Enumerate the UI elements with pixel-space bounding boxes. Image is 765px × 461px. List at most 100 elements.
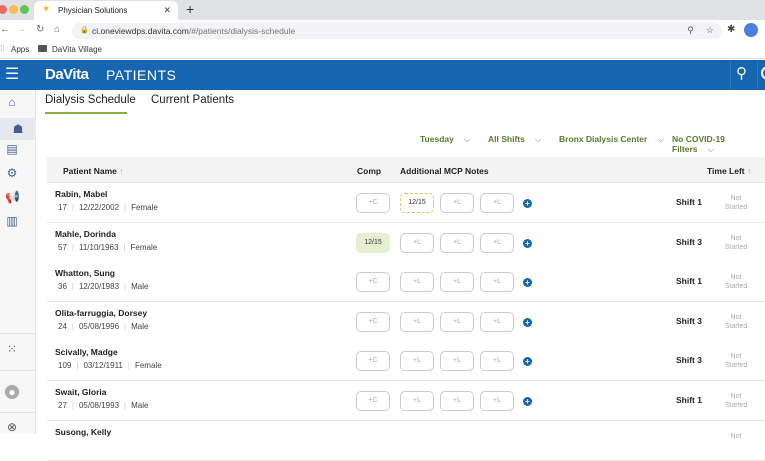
lock-icon: 🔒 — [80, 27, 89, 34]
day-filter[interactable]: Tuesday ⌵ — [420, 134, 470, 145]
mcp-note-button[interactable]: +L — [480, 272, 514, 293]
patient-dob: 03/12/1911 — [83, 361, 123, 371]
mcp-note-button[interactable]: 12/15 — [400, 193, 434, 213]
patient-dob: 05/08/1996 — [78, 321, 120, 331]
add-note-icon[interactable]: + — [523, 278, 532, 288]
patient-sex: Male — [131, 401, 149, 410]
search-icon[interactable]: ⚲ — [736, 64, 747, 82]
patient-dob: 12/22/2002 — [78, 203, 120, 212]
patient-name[interactable]: Olita-farruggia, Dorsey — [55, 308, 147, 318]
patient-name[interactable]: Whatton, Sung — [55, 268, 115, 278]
davita-logo[interactable]: DaVita — [45, 66, 89, 83]
covid-filter[interactable]: No COVID-19 Filters ⌵ — [672, 134, 765, 155]
table-row[interactable]: Susong, Kelly Not — [47, 420, 765, 461]
mcp-note-button[interactable]: +L — [440, 311, 474, 332]
extensions-icon[interactable]: ✱ — [727, 24, 735, 35]
shift-label: Shift 3 — [676, 355, 702, 366]
comp-button[interactable]: +C — [356, 311, 390, 332]
reload-icon[interactable]: ↻ — [36, 24, 44, 35]
sort-arrow-icon: ↑ — [747, 166, 752, 176]
table-row[interactable]: Scivally, Madge 109 | 03/12/1911 | Female +C +L… — [47, 341, 765, 382]
facility-icon[interactable]: ⌂ — [5, 95, 19, 109]
patient-meta: 17 | 12/22/2002 | Female — [58, 203, 158, 212]
tab-dialysis-schedule[interactable]: Dialysis Schedule — [45, 94, 136, 106]
bookmarks-bar: ⁞⁞ Apps DaVita Village — [0, 41, 765, 59]
hamburger-menu-icon[interactable]: ☰ — [5, 64, 19, 84]
mcp-note-button[interactable]: +L — [440, 351, 474, 372]
bookmark-apps[interactable]: Apps — [11, 45, 29, 54]
forward-icon[interactable]: → — [16, 24, 26, 35]
mcp-note-button[interactable]: +L — [440, 193, 474, 213]
add-note-icon[interactable]: + — [523, 317, 532, 327]
mcp-note-button[interactable]: +L — [480, 351, 514, 372]
patient-name[interactable]: Scivally, Madge — [55, 347, 118, 357]
mcp-note-button[interactable]: +L — [400, 311, 434, 332]
mcp-note-button[interactable]: +L — [440, 391, 474, 411]
mcp-note-button[interactable]: +L — [480, 391, 514, 411]
close-circle-icon[interactable]: ⊗ — [5, 420, 19, 434]
bookmark-davita-village[interactable]: DaVita Village — [52, 45, 102, 54]
user-avatar-icon[interactable]: ● — [5, 385, 19, 399]
minimize-window-icon[interactable] — [9, 5, 18, 14]
table-header: Patient Name ↑ Comp Additional MCP Notes… — [47, 157, 765, 183]
close-window-icon[interactable] — [0, 5, 7, 14]
column-patient-name[interactable]: Patient Name ↑ — [63, 166, 123, 176]
comp-button[interactable]: +C — [356, 351, 390, 372]
reports-chart-icon[interactable]: ▥ — [5, 214, 19, 228]
shift-label: Shift 1 — [676, 276, 702, 287]
table-row[interactable]: Rabin, Mabel 17 | 12/22/2002 | Female +C 12/15 +… — [47, 183, 765, 223]
shift-filter[interactable]: All Shifts ⌵ — [488, 134, 541, 145]
add-note-icon[interactable]: + — [523, 357, 532, 367]
browser-tab[interactable]: ✶ Physician Solutions ✕ — [34, 1, 178, 20]
patient-name[interactable]: Susong, Kelly — [55, 427, 111, 437]
patient-sex: Female — [130, 242, 158, 252]
back-icon[interactable]: ← — [0, 24, 10, 35]
add-note-icon[interactable]: + — [523, 397, 532, 406]
table-row[interactable]: Mahle, Dorinda 57 | 11/10/1963 | Female 12/15 +… — [47, 222, 765, 263]
mcp-note-button[interactable]: +L — [440, 232, 474, 253]
close-tab-icon[interactable]: ✕ — [163, 5, 171, 16]
maximize-window-icon[interactable] — [20, 5, 29, 14]
mcp-note-button[interactable]: +L — [400, 272, 434, 293]
add-note-icon[interactable]: + — [523, 238, 532, 248]
patient-name[interactable]: Rabin, Mabel — [55, 189, 107, 199]
add-note-icon[interactable]: + — [523, 199, 532, 208]
patient-sex: Female — [131, 203, 158, 212]
profile-avatar[interactable] — [744, 23, 758, 37]
table-row[interactable]: Swait, Gloria 27 | 05/08/1993 | Male +C +L +L +L +… — [47, 381, 765, 421]
patient-sex: Female — [134, 361, 162, 371]
table-row[interactable]: Olita-farruggia, Dorsey 24 | 05/08/1996 | Mal… — [47, 301, 765, 342]
comp-button[interactable]: +C — [356, 193, 390, 213]
column-time-left[interactable]: Time Left ↑ — [707, 166, 751, 176]
mcp-note-button[interactable]: +L — [480, 193, 514, 213]
schedule-icon[interactable]: ▤ — [5, 142, 19, 156]
mcp-note-button[interactable]: +L — [400, 391, 434, 411]
comp-button[interactable]: +C — [356, 272, 390, 293]
center-filter[interactable]: Bronx Dialysis Center ⌵ — [559, 134, 664, 145]
comp-button[interactable]: 12/15 — [356, 232, 390, 253]
mcp-note-button[interactable]: +L — [400, 351, 434, 372]
patient-age: 57 — [58, 242, 67, 252]
new-tab-icon[interactable]: + — [186, 1, 194, 17]
mcp-note-button[interactable]: +L — [440, 272, 474, 293]
settings-icon[interactable] — [761, 66, 765, 80]
gear-icon[interactable]: ⚙ — [5, 166, 19, 180]
announcements-icon[interactable]: 📢 — [5, 190, 20, 204]
tab-current-patients[interactable]: Current Patients — [151, 94, 234, 106]
mcp-note-button[interactable]: +L — [480, 311, 514, 332]
bookmark-star-icon[interactable]: ☆ — [706, 25, 714, 36]
apps-grid-icon[interactable]: ⁙ — [5, 342, 19, 356]
patient-age: 27 — [58, 401, 67, 410]
mcp-note-button[interactable]: +L — [400, 232, 434, 253]
home-icon[interactable]: ⌂ — [54, 24, 60, 35]
url-input[interactable]: 🔒 ci.oneviewdps.davita.com/#/patients/di… — [72, 23, 722, 39]
comp-button[interactable]: +C — [356, 391, 390, 411]
patient-name[interactable]: Swait, Gloria — [55, 387, 107, 397]
patient-name[interactable]: Mahle, Dorinda — [55, 229, 116, 239]
shift-label: Shift 3 — [676, 315, 702, 326]
location-icon[interactable]: ⚲ — [687, 25, 694, 36]
patient-meta: 109 | 03/12/1911 | Female — [58, 361, 162, 371]
mcp-note-button[interactable]: +L — [480, 232, 514, 253]
table-row[interactable]: Whatton, Sung 36 | 12/20/1983 | Male +C +L +L +L +… — [47, 262, 765, 303]
patients-icon[interactable]: ☗ — [0, 118, 36, 140]
